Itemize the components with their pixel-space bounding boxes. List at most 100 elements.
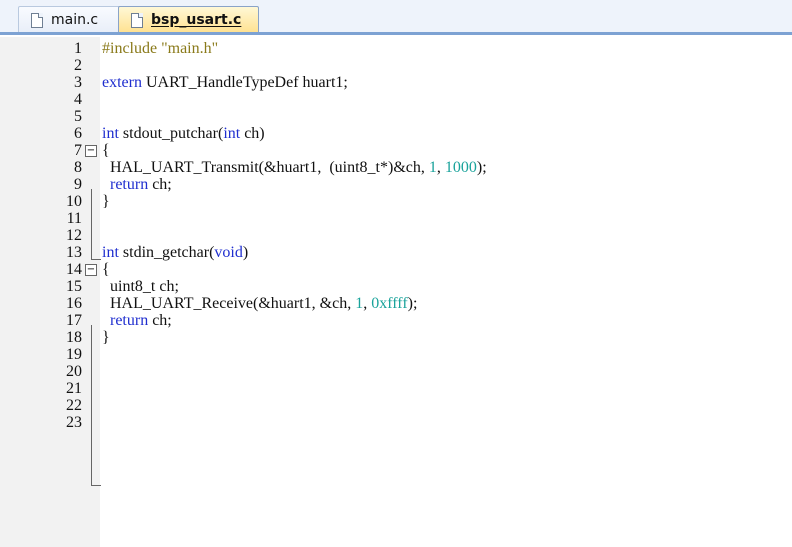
code-token: stdout_putchar( bbox=[122, 125, 224, 142]
code-token: ) bbox=[242, 244, 249, 261]
code-token: 1 bbox=[428, 159, 437, 176]
code-token: int bbox=[102, 125, 123, 142]
code-line[interactable]: 10} bbox=[0, 193, 792, 211]
line-number: 20 bbox=[66, 363, 82, 380]
fold-guide bbox=[91, 325, 92, 485]
fold-end-marker bbox=[91, 485, 101, 486]
code-line[interactable]: 23 bbox=[0, 414, 792, 432]
code-token: "main.h" bbox=[161, 40, 219, 57]
code-line[interactable]: 18} bbox=[0, 329, 792, 347]
tab-bsp-usart-c[interactable]: bsp_usart.c bbox=[118, 6, 259, 33]
line-number: 21 bbox=[66, 380, 82, 397]
code-text: HAL_UART_Transmit(&huart1, (uint8_t*)&ch… bbox=[102, 159, 487, 177]
line-number: 2 bbox=[74, 57, 82, 74]
code-line[interactable]: 9 return ch; bbox=[0, 176, 792, 194]
line-number: 12 bbox=[66, 227, 82, 244]
code-line[interactable]: 12 bbox=[0, 227, 792, 245]
code-token: #include bbox=[102, 40, 162, 57]
code-text: { bbox=[102, 261, 110, 279]
code-line[interactable]: 15 uint8_t ch; bbox=[0, 278, 792, 296]
code-token: extern bbox=[102, 74, 146, 91]
line-number: 1 bbox=[74, 40, 82, 57]
line-number: 7 bbox=[74, 142, 82, 159]
code-token: void bbox=[214, 244, 243, 261]
code-line[interactable]: 4 bbox=[0, 91, 792, 109]
code-text: int stdout_putchar(int ch) bbox=[102, 125, 265, 143]
code-token: { bbox=[102, 261, 110, 278]
file-icon bbox=[31, 12, 43, 28]
line-number: 16 bbox=[66, 295, 82, 312]
code-text: return ch; bbox=[102, 176, 172, 194]
line-number: 8 bbox=[74, 159, 82, 176]
code-line[interactable]: 17 return ch; bbox=[0, 312, 792, 330]
code-token: UART_HandleTypeDef huart1; bbox=[145, 74, 348, 91]
code-token: ch; bbox=[152, 312, 172, 329]
code-token: return bbox=[110, 176, 153, 193]
tab-main-c[interactable]: main.c bbox=[18, 6, 124, 33]
line-number: 13 bbox=[66, 244, 82, 261]
code-token: HAL_UART_Receive(&huart1, &ch, bbox=[102, 295, 356, 312]
code-line[interactable]: 7−{ bbox=[0, 142, 792, 160]
code-token: ); bbox=[407, 295, 418, 312]
code-text: HAL_UART_Receive(&huart1, &ch, 1, 0xffff… bbox=[102, 295, 417, 313]
editor-area[interactable]: 1 #include "main.h" 2 3 extern UART_HandleTy… bbox=[0, 37, 792, 547]
code-token: int bbox=[102, 244, 123, 261]
code-line[interactable]: 5 bbox=[0, 108, 792, 126]
fold-collapse-icon[interactable]: − bbox=[85, 145, 97, 157]
code-text: int stdin_getchar(void) bbox=[102, 244, 248, 262]
file-tab-bar: main.c bsp_usart.c bbox=[0, 0, 792, 35]
line-number: 23 bbox=[66, 414, 82, 431]
code-line[interactable]: 11 bbox=[0, 210, 792, 228]
code-line[interactable]: 16 HAL_UART_Receive(&huart1, &ch, 1, 0xf… bbox=[0, 295, 792, 313]
code-token: } bbox=[102, 329, 110, 346]
code-token: uint8_t ch; bbox=[102, 278, 179, 295]
fold-collapse-icon[interactable]: − bbox=[85, 264, 97, 276]
code-line[interactable]: 2 bbox=[0, 57, 792, 75]
line-number: 19 bbox=[66, 346, 82, 363]
line-number: 5 bbox=[74, 108, 82, 125]
code-text: } bbox=[102, 329, 110, 347]
code-line[interactable]: 13 int stdin_getchar(void) bbox=[0, 244, 792, 262]
fold-guide bbox=[91, 189, 92, 259]
code-line[interactable]: 8 HAL_UART_Transmit(&huart1, (uint8_t*)&… bbox=[0, 159, 792, 177]
code-line[interactable]: 22 bbox=[0, 397, 792, 415]
code-token: 1000 bbox=[444, 159, 477, 176]
line-number: 3 bbox=[74, 74, 82, 91]
code-line[interactable]: 19 bbox=[0, 346, 792, 364]
tab-label: bsp_usart.c bbox=[151, 12, 242, 28]
code-token: return bbox=[110, 312, 153, 329]
code-line[interactable]: 6 int stdout_putchar(int ch) bbox=[0, 125, 792, 143]
code-token: HAL_UART_Transmit(&huart1, (uint8_t*)&ch… bbox=[102, 159, 429, 176]
line-number: 6 bbox=[74, 125, 82, 142]
code-token: } bbox=[102, 193, 110, 210]
line-number: 10 bbox=[66, 193, 82, 210]
code-token: , bbox=[363, 295, 372, 312]
code-line[interactable]: 21 bbox=[0, 380, 792, 398]
code-token: ch) bbox=[244, 125, 265, 142]
code-line[interactable]: 20 bbox=[0, 363, 792, 381]
code-token: ch; bbox=[152, 176, 172, 193]
code-text: } bbox=[102, 193, 110, 211]
code-text: { bbox=[102, 142, 110, 160]
code-line[interactable]: 1 #include "main.h" bbox=[0, 40, 792, 58]
line-number: 17 bbox=[66, 312, 82, 329]
code-line[interactable]: 3 extern UART_HandleTypeDef huart1; bbox=[0, 74, 792, 92]
code-token: 0xffff bbox=[371, 295, 408, 312]
file-icon bbox=[131, 12, 143, 28]
line-number: 4 bbox=[74, 91, 82, 108]
fold-end-marker bbox=[91, 259, 101, 260]
code-token: ); bbox=[476, 159, 487, 176]
code-text: uint8_t ch; bbox=[102, 278, 179, 296]
code-token: { bbox=[102, 142, 110, 159]
tab-label: main.c bbox=[51, 12, 99, 28]
code-token: int bbox=[223, 125, 245, 142]
code-line[interactable]: 14−{ bbox=[0, 261, 792, 279]
line-number: 11 bbox=[66, 210, 82, 227]
line-number: 15 bbox=[66, 278, 82, 295]
code-text: extern UART_HandleTypeDef huart1; bbox=[102, 74, 348, 92]
code-token: , bbox=[436, 159, 445, 176]
line-number: 14 bbox=[66, 261, 82, 278]
code-text: #include "main.h" bbox=[102, 40, 218, 58]
